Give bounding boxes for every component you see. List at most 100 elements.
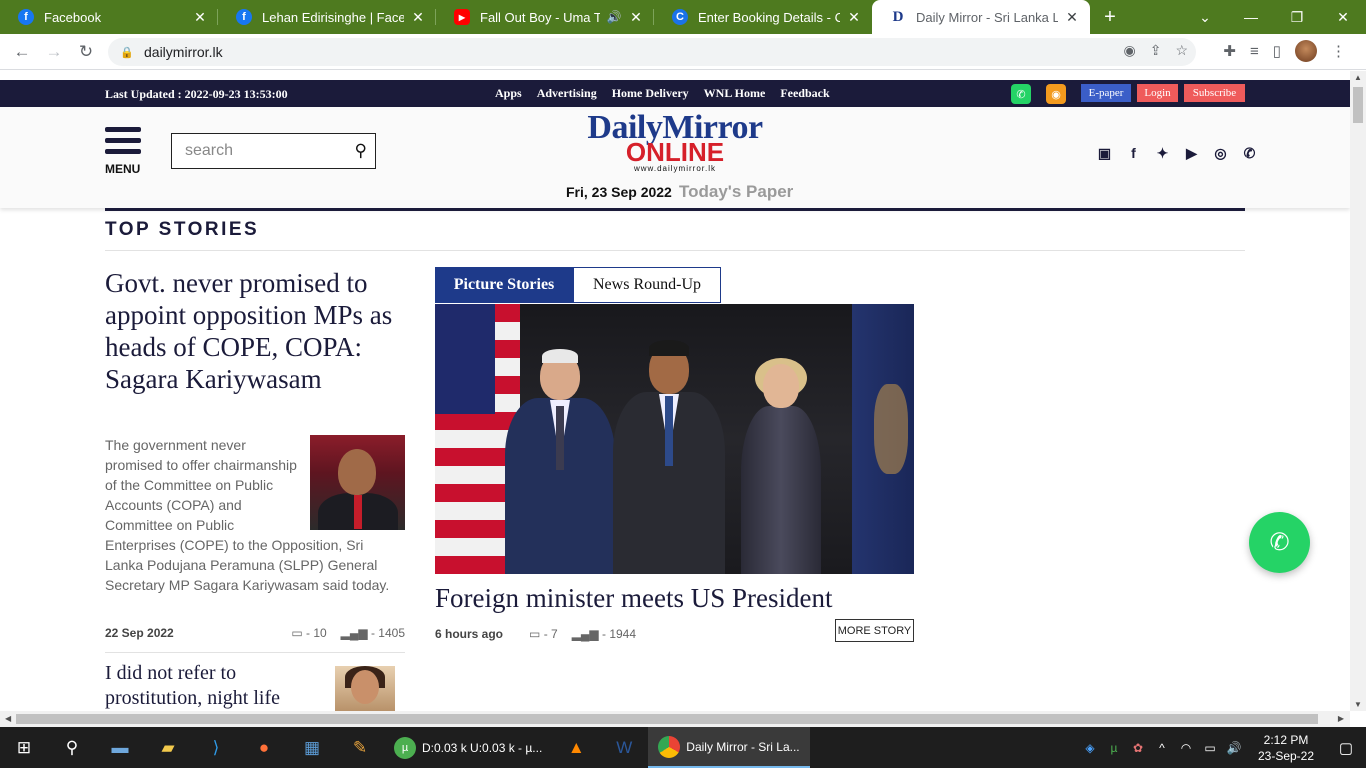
taskbar-chrome[interactable]: Daily Mirror - Sri La...: [648, 727, 810, 768]
hscroll-thumb[interactable]: [16, 714, 1318, 724]
section-title: TOP STORIES: [105, 219, 260, 240]
tray-colors-icon[interactable]: ✿: [1126, 741, 1150, 755]
close-icon[interactable]: ✕: [410, 9, 426, 26]
restore-icon[interactable]: ❐: [1274, 0, 1320, 34]
windows-start-icon[interactable]: ⊞: [0, 727, 48, 768]
tab-news-roundup[interactable]: News Round-Up: [573, 267, 721, 303]
lock-icon[interactable]: 🔒: [120, 46, 134, 59]
close-icon[interactable]: ✕: [1064, 9, 1080, 26]
whatsapp-icon[interactable]: ✆: [1240, 145, 1259, 162]
lead-headline[interactable]: Govt. never promised to appoint oppositi…: [105, 267, 410, 395]
vlc-icon[interactable]: ▲: [552, 727, 600, 768]
whatsapp-icon[interactable]: ✆: [1011, 84, 1031, 104]
taskbar-utorrent[interactable]: µ D:0.03 k U:0.03 k - µ...: [384, 727, 552, 768]
epaper-button[interactable]: E-paper: [1081, 84, 1131, 102]
feature-headline[interactable]: Foreign minister meets US President: [435, 583, 832, 614]
link-home-delivery[interactable]: Home Delivery: [612, 86, 689, 101]
profile-avatar[interactable]: [1295, 40, 1317, 62]
tab-facebook[interactable]: f Facebook ✕: [0, 0, 218, 34]
tray-utorrent-icon[interactable]: µ: [1102, 741, 1126, 755]
desktop-app-icon[interactable]: ▬: [96, 727, 144, 768]
tab-title: Lehan Edirisinghe | Facebook: [262, 9, 404, 25]
tab-dailymirror[interactable]: D Daily Mirror - Sri Lanka Latest ✕: [872, 0, 1090, 34]
close-icon[interactable]: ✕: [192, 9, 208, 26]
todays-paper-link[interactable]: Today's Paper: [679, 182, 793, 202]
link-wnl-home[interactable]: WNL Home: [704, 86, 766, 101]
tracking-eye-icon[interactable]: ◉: [1123, 42, 1135, 59]
volume-icon[interactable]: 🔊: [1222, 741, 1246, 755]
lead-date: 22 Sep 2022: [105, 626, 174, 640]
show-hidden-icon[interactable]: ^: [1150, 741, 1174, 755]
lead-thumbnail[interactable]: [310, 435, 405, 530]
scroll-left-icon[interactable]: ◀: [5, 714, 11, 723]
close-icon[interactable]: ✕: [628, 9, 644, 26]
calculator-icon[interactable]: ▦: [288, 727, 336, 768]
scroll-right-icon[interactable]: ▶: [1338, 714, 1344, 723]
tab-calendar[interactable]: C Enter Booking Details - Calendar ✕: [654, 0, 872, 34]
vertical-scrollbar[interactable]: ▲ ▼: [1350, 71, 1366, 711]
whatsapp-float-button[interactable]: ✆: [1249, 512, 1310, 573]
share-icon[interactable]: ⇪: [1150, 42, 1162, 59]
horizontal-scrollbar[interactable]: ◀ ▶: [0, 711, 1350, 727]
battery-icon[interactable]: ▭: [1198, 741, 1222, 755]
link-apps[interactable]: Apps: [495, 86, 522, 101]
second-thumbnail[interactable]: [335, 666, 395, 711]
youtube-icon[interactable]: ▶: [1182, 145, 1201, 162]
search-input[interactable]: search ⚲: [171, 133, 376, 169]
facebook-icon: f: [236, 9, 252, 25]
search-icon[interactable]: ⚲: [48, 727, 96, 768]
tab-lehan-facebook[interactable]: f Lehan Edirisinghe | Facebook ✕: [218, 0, 436, 34]
site-logo[interactable]: DailyMirror ONLINE www.dailymirror.lk: [580, 111, 770, 174]
scroll-up-icon[interactable]: ▲: [1354, 73, 1362, 82]
twitter-icon[interactable]: ✦: [1153, 145, 1172, 162]
search-icon[interactable]: ⚲: [355, 141, 367, 161]
tab-youtube[interactable]: ▶ Fall Out Boy - Uma Thurman 🔊 ✕: [436, 0, 654, 34]
thumb-face: [338, 449, 376, 495]
notifications-icon[interactable]: ▢: [1326, 739, 1366, 757]
firefox-icon[interactable]: ●: [240, 727, 288, 768]
wifi-icon[interactable]: ◠: [1174, 741, 1198, 755]
login-button[interactable]: Login: [1137, 84, 1178, 102]
menu-button[interactable]: MENU: [105, 127, 141, 176]
apple-icon[interactable]: [1066, 145, 1085, 162]
reading-list-icon[interactable]: ≡: [1250, 43, 1259, 60]
speaker-icon[interactable]: 🔊: [606, 10, 622, 24]
more-story-button[interactable]: MORE STORY: [835, 619, 914, 642]
file-explorer-icon[interactable]: ▰: [144, 727, 192, 768]
address-bar[interactable]: 🔒 dailymirror.lk ◉ ⇪ ☆: [108, 38, 1196, 66]
hamburger-icon: [105, 149, 141, 154]
new-tab-button[interactable]: +: [1090, 0, 1130, 34]
extensions-icon[interactable]: ✚: [1223, 42, 1236, 60]
back-icon[interactable]: ←: [6, 36, 38, 68]
reload-icon[interactable]: ↻: [70, 36, 102, 68]
tray-app-icon[interactable]: ◈: [1078, 741, 1102, 755]
instagram-icon[interactable]: ◎: [1211, 145, 1230, 162]
close-icon[interactable]: ✕: [846, 9, 862, 26]
thumb-face: [351, 670, 379, 704]
tab-search-icon[interactable]: ⌄: [1182, 0, 1228, 34]
bookmark-star-icon[interactable]: ☆: [1175, 42, 1188, 59]
feature-time: 6 hours ago: [435, 627, 504, 641]
paint-icon[interactable]: ✎: [336, 727, 384, 768]
link-feedback[interactable]: Feedback: [780, 86, 829, 101]
android-icon[interactable]: ▣: [1095, 145, 1114, 162]
scroll-thumb[interactable]: [1353, 87, 1363, 123]
facebook-icon[interactable]: f: [1124, 145, 1143, 162]
tab-picture-stories[interactable]: Picture Stories: [435, 267, 573, 303]
subscribe-button[interactable]: Subscribe: [1184, 84, 1245, 102]
feature-photo[interactable]: [435, 304, 914, 574]
close-window-icon[interactable]: ✕: [1320, 0, 1366, 34]
word-icon[interactable]: W: [600, 727, 648, 768]
link-advertising[interactable]: Advertising: [537, 86, 597, 101]
forward-icon[interactable]: →: [38, 36, 70, 68]
thumb-tie: [354, 495, 362, 529]
minimize-icon[interactable]: —: [1228, 0, 1274, 34]
scroll-down-icon[interactable]: ▼: [1354, 700, 1362, 709]
clock[interactable]: 2:12 PM 23-Sep-22: [1246, 732, 1326, 764]
vscode-icon[interactable]: ⟩: [192, 727, 240, 768]
second-headline[interactable]: I did not refer to prostitution, night l…: [105, 661, 325, 711]
youtube-icon: ▶: [454, 9, 470, 25]
menu-kebab-icon[interactable]: ⋮: [1331, 42, 1346, 60]
rss-icon[interactable]: ◉: [1046, 84, 1066, 104]
side-panel-icon[interactable]: ▯: [1273, 42, 1281, 60]
